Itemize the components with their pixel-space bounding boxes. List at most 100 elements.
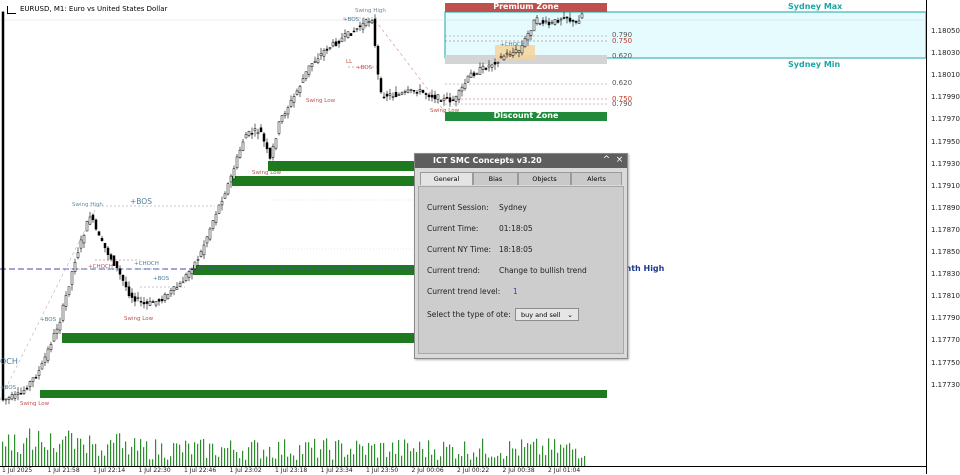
tab-bias[interactable]: Bias: [473, 172, 518, 185]
candle-body: [478, 67, 482, 75]
ny-time-value: 18:18:05: [499, 245, 533, 254]
minimize-button[interactable]: ^: [601, 155, 612, 166]
candle-body: [292, 96, 296, 103]
candle-body: [238, 149, 242, 158]
volume-bar: [473, 452, 475, 466]
candle-body: [106, 247, 110, 256]
candle-body: [217, 204, 221, 214]
candle-body: [70, 271, 74, 285]
sydney-max-label: Sydney Max: [788, 2, 843, 11]
volume-bar: [215, 455, 217, 466]
candle-body: [499, 56, 503, 58]
volume-bar: [35, 446, 37, 466]
swing-high-label: Swing High: [72, 202, 103, 208]
tab-general[interactable]: General: [420, 172, 473, 185]
candle-body: [214, 213, 218, 223]
tab-alerts[interactable]: Alerts: [571, 172, 622, 185]
bos-label: +BOS: [0, 385, 17, 391]
candle-body: [367, 21, 371, 23]
volume-bar: [434, 449, 436, 466]
volume-bar: [485, 453, 487, 466]
volume-bar: [569, 443, 571, 466]
candle-body: [319, 53, 323, 57]
volume-bar: [131, 446, 133, 466]
volume-bar: [500, 453, 502, 466]
candle-body: [187, 271, 191, 278]
candle-body: [40, 363, 44, 370]
candle-body: [346, 31, 350, 38]
time-tick-label: 2 Jul 00:06: [411, 467, 444, 474]
candle-body: [493, 62, 497, 65]
candle-body: [202, 244, 206, 256]
time-tick-label: 1 Jul 22:30: [138, 467, 171, 474]
volume-bar: [68, 430, 70, 466]
fib-label: 0.750: [612, 37, 633, 45]
volume-bar: [41, 442, 43, 466]
candle-body: [382, 96, 386, 99]
candle-body: [4, 398, 8, 401]
candle-body: [181, 281, 185, 284]
volume-bar: [50, 433, 52, 466]
volume-bar: [503, 458, 505, 466]
volume-bar: [533, 441, 535, 466]
volume-bar: [479, 448, 481, 466]
volume-bar: [482, 438, 484, 466]
candle-body: [361, 22, 365, 30]
candle-body: [88, 216, 92, 225]
candle-body: [388, 93, 392, 96]
candle-body: [49, 344, 53, 350]
volume-bar: [452, 447, 454, 466]
candle-body: [352, 30, 356, 33]
candle-body: [436, 94, 440, 100]
candle-body: [154, 301, 158, 306]
candle-body: [76, 252, 80, 259]
volume-bar: [8, 434, 10, 466]
candle-body: [301, 78, 305, 83]
candle-body: [505, 52, 509, 55]
candle-body: [385, 93, 389, 97]
volume-bar: [371, 445, 373, 466]
time-tick-label: 2 Jul 01:04: [548, 467, 581, 474]
candle-body: [349, 33, 353, 36]
volume-bar: [173, 443, 175, 466]
volume-bar: [524, 447, 526, 466]
candle-body: [103, 242, 107, 249]
volume-bar: [494, 457, 496, 466]
candle-body: [511, 52, 515, 56]
candle-body: [67, 286, 71, 295]
volume-bar: [140, 439, 142, 466]
volume-bar: [5, 446, 7, 466]
candle-body: [142, 302, 146, 305]
volume-bar: [512, 448, 514, 466]
candle-body: [439, 100, 443, 102]
close-button[interactable]: ×: [614, 155, 625, 166]
volume-bar: [23, 443, 25, 466]
candle-body: [298, 85, 302, 93]
candle-body: [547, 21, 551, 26]
volume-bar: [407, 443, 409, 466]
volume-bar: [350, 448, 352, 466]
volume-bar: [116, 434, 118, 466]
volume-bar: [431, 454, 433, 466]
volume-bar: [80, 438, 82, 466]
tab-objects[interactable]: Objects: [518, 172, 571, 185]
candle-body: [262, 133, 266, 142]
panel-header[interactable]: ICT SMC Concepts v3.20 ^ ×: [415, 154, 627, 168]
volume-bar: [110, 439, 112, 466]
price-tick-label: 1.18050: [931, 27, 960, 35]
candle-body: [250, 133, 254, 135]
volume-bar: [401, 455, 403, 466]
price-axis[interactable]: 1.18050 1.18030 1.18010 1.17990 1.17970 1.179…: [926, 0, 960, 474]
candle-body: [307, 65, 311, 75]
fib-label: 0.620: [612, 79, 633, 87]
panel-title: ICT SMC Concepts v3.20: [433, 156, 542, 165]
volume-bar: [200, 439, 202, 466]
smc-panel[interactable]: ICT SMC Concepts v3.20 ^ × General Bias …: [414, 153, 628, 359]
ote-select[interactable]: buy and sell ⌄: [515, 308, 579, 321]
candle-body: [169, 290, 173, 295]
volume-bar: [254, 440, 256, 466]
volume-bar: [236, 451, 238, 466]
volume-bar: [380, 442, 382, 466]
candle-body: [469, 72, 473, 78]
volume-bar: [578, 458, 580, 466]
